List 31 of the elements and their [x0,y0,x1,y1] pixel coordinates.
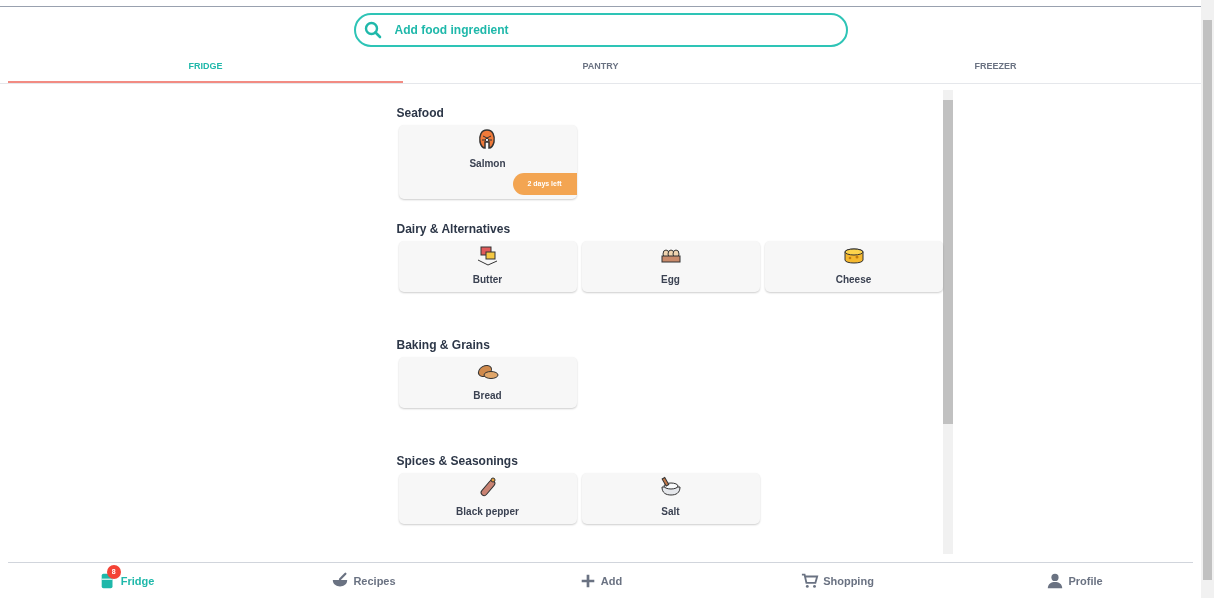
food-card[interactable]: Bread [398,357,577,408]
food-name: Black pepper [456,505,519,519]
nav-item[interactable]: Add [578,565,623,592]
section-title: Spices & Seasonings [396,453,518,470]
food-card[interactable]: Black pepper [398,473,577,524]
tab[interactable]: FREEZER [798,53,1193,83]
food-name: Cheese [835,273,872,287]
section-title: Baking & Grains [396,337,490,354]
section-title: Dairy & Alternatives [396,221,511,238]
tab[interactable]: PANTRY [403,53,798,83]
cart-icon [801,572,820,590]
tab[interactable]: FRIDGE [8,53,403,83]
food-card[interactable]: Cheese [764,241,943,292]
food-card[interactable]: Salt [581,473,760,524]
food-icon [475,244,500,268]
person-icon [1046,572,1065,590]
nav-item[interactable]: Recipes [331,565,396,592]
nav-item[interactable]: Shopping [801,565,874,592]
nav-item[interactable]: Profile [1046,565,1103,592]
food-card[interactable]: Egg [581,241,760,292]
search-icon [363,21,382,39]
page-scrollbar[interactable] [1201,0,1214,598]
section-title: Seafood [396,105,444,122]
food-name: Egg [661,273,680,287]
scrollbar[interactable] [942,90,953,554]
food-name: Salt [661,505,680,519]
food-name: Bread [473,389,502,403]
search-field[interactable]: Add food ingredient [353,13,848,47]
food-name: Butter [472,273,503,287]
food-card[interactable]: Butter [398,241,577,292]
food-name: Salmon [469,157,506,171]
